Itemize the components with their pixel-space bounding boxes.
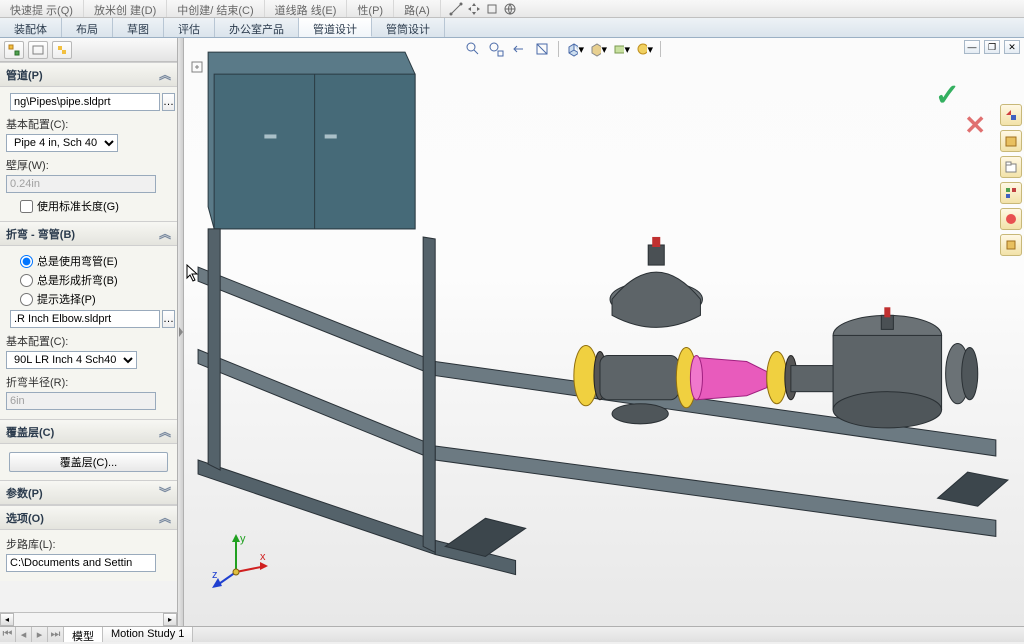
tab-sketch[interactable]: 草图 bbox=[113, 18, 164, 37]
elbow-config-select[interactable]: 90L LR Inch 4 Sch40 bbox=[6, 351, 137, 369]
radio-label: 总是形成折弯(B) bbox=[37, 272, 118, 288]
section-header-params[interactable]: 参数(P) ︾ bbox=[0, 481, 177, 505]
svg-text:x: x bbox=[260, 551, 266, 563]
pipe-config-select[interactable]: Pipe 4 in, Sch 40 bbox=[6, 134, 118, 152]
chevron-down-icon: ︾ bbox=[159, 484, 171, 501]
bend-opt-always-bend[interactable] bbox=[20, 274, 33, 287]
menu-tool-icons bbox=[449, 0, 517, 17]
scroll-left-button[interactable]: ◂ bbox=[0, 613, 14, 626]
menu-item[interactable]: 道线路 线(E) bbox=[265, 0, 348, 17]
use-std-length-checkbox[interactable] bbox=[20, 200, 33, 213]
config-mgr-icon[interactable] bbox=[52, 41, 72, 59]
section-title: 选项(O) bbox=[6, 510, 44, 526]
routing-lib-label: 步路库(L): bbox=[6, 536, 171, 552]
tab-nav-buttons: ⏮ ◂ ▸ ⏭ bbox=[0, 627, 64, 642]
use-std-length-label: 使用标准长度(G) bbox=[37, 198, 119, 214]
section-title: 参数(P) bbox=[6, 485, 43, 501]
command-tab-strip: 装配体 布局 草图 评估 办公室产品 管道设计 管筒设计 bbox=[0, 18, 1024, 38]
tab-piping[interactable]: 管道设计 bbox=[299, 18, 372, 37]
section-cover: 覆盖层(C) ︽ 覆盖层(C)... bbox=[0, 419, 177, 480]
config-label: 基本配置(C): bbox=[6, 333, 171, 349]
menu-item[interactable]: 放米创 建(D) bbox=[84, 0, 167, 17]
section-header-options[interactable]: 选项(O) ︽ bbox=[0, 506, 177, 530]
pipe-file-input[interactable] bbox=[10, 93, 160, 111]
property-panel: 管道(P) ︽ … 基本配置(C): Pipe 4 in, Sch 40 壁厚(… bbox=[0, 38, 178, 626]
section-title: 管道(P) bbox=[6, 67, 43, 83]
globe-icon[interactable] bbox=[503, 2, 517, 16]
bottom-tab-motion[interactable]: Motion Study 1 bbox=[103, 627, 193, 642]
radio-label: 总是使用弯管(E) bbox=[37, 253, 118, 269]
elbow-file-input[interactable] bbox=[10, 310, 160, 328]
view-triad[interactable]: y x z bbox=[210, 532, 270, 592]
pipe-thickness-input bbox=[6, 175, 156, 193]
section-pipe: 管道(P) ︽ … 基本配置(C): Pipe 4 in, Sch 40 壁厚(… bbox=[0, 62, 177, 221]
radio-label: 提示选择(P) bbox=[37, 291, 96, 307]
bend-radius-input bbox=[6, 392, 156, 410]
move-arrows-icon[interactable] bbox=[467, 2, 481, 16]
svg-text:y: y bbox=[240, 533, 246, 545]
chevron-up-icon: ︽ bbox=[159, 66, 171, 83]
clip-icon[interactable] bbox=[485, 2, 499, 16]
model-scene bbox=[184, 38, 1024, 626]
bottom-tab-bar: ⏮ ◂ ▸ ⏭ 模型 Motion Study 1 bbox=[0, 626, 1024, 642]
routing-lib-input[interactable] bbox=[6, 554, 156, 572]
tab-assembly[interactable]: 装配体 bbox=[0, 18, 62, 37]
bend-opt-prompt[interactable] bbox=[20, 293, 33, 306]
chevron-up-icon: ︽ bbox=[159, 423, 171, 440]
tab-first-button[interactable]: ⏮ bbox=[0, 627, 16, 642]
config-label: 基本配置(C): bbox=[6, 116, 171, 132]
chevron-up-icon: ︽ bbox=[159, 509, 171, 526]
panel-view-icons bbox=[0, 38, 177, 62]
thickness-label: 壁厚(W): bbox=[6, 157, 171, 173]
route-line-icon[interactable] bbox=[449, 2, 463, 16]
bottom-tab-model[interactable]: 模型 bbox=[64, 627, 103, 642]
property-mgr-icon[interactable] bbox=[28, 41, 48, 59]
menu-item[interactable]: 快速提 示(Q) bbox=[0, 0, 84, 17]
section-title: 覆盖层(C) bbox=[6, 424, 54, 440]
section-params: 参数(P) ︾ bbox=[0, 480, 177, 505]
section-options: 选项(O) ︽ 步路库(L): bbox=[0, 505, 177, 581]
top-ribbon-menu: 快速提 示(Q) 放米创 建(D) 中创建/ 结束(C) 道线路 线(E) 性(… bbox=[0, 0, 1024, 18]
tab-office[interactable]: 办公室产品 bbox=[215, 18, 299, 37]
tab-tubing[interactable]: 管筒设计 bbox=[372, 18, 445, 37]
radius-label: 折弯半径(R): bbox=[6, 374, 171, 390]
menu-item[interactable]: 性(P) bbox=[347, 0, 394, 17]
section-bend: 折弯 - 弯管(B) ︽ 总是使用弯管(E) 总是形成折弯(B) 提示选择(P)… bbox=[0, 221, 177, 419]
browse-button[interactable]: … bbox=[162, 93, 175, 111]
chevron-up-icon: ︽ bbox=[159, 225, 171, 242]
menu-item[interactable]: 中创建/ 结束(C) bbox=[167, 0, 264, 17]
piping-assembly bbox=[574, 237, 978, 428]
scroll-right-button[interactable]: ▸ bbox=[163, 613, 177, 626]
tab-prev-button[interactable]: ◂ bbox=[16, 627, 32, 642]
browse-button[interactable]: … bbox=[162, 310, 175, 328]
tab-layout[interactable]: 布局 bbox=[62, 18, 113, 37]
bend-opt-always-elbow[interactable] bbox=[20, 255, 33, 268]
section-header-bend[interactable]: 折弯 - 弯管(B) ︽ bbox=[0, 222, 177, 246]
graphics-viewport[interactable]: Piping-Tubing (Defaul... ▾ ▾ ▾ ▾ — ❐ ✕ ✓… bbox=[184, 38, 1024, 626]
cabinet-model bbox=[208, 52, 415, 229]
tab-last-button[interactable]: ⏭ bbox=[48, 627, 64, 642]
section-header-cover[interactable]: 覆盖层(C) ︽ bbox=[0, 420, 177, 444]
svg-text:z: z bbox=[212, 569, 218, 581]
feature-tree-icon[interactable] bbox=[4, 41, 24, 59]
tab-next-button[interactable]: ▸ bbox=[32, 627, 48, 642]
cover-layer-button[interactable]: 覆盖层(C)... bbox=[9, 452, 167, 472]
menu-item[interactable]: 路(A) bbox=[394, 0, 441, 17]
tab-evaluate[interactable]: 评估 bbox=[164, 18, 215, 37]
section-header-pipe[interactable]: 管道(P) ︽ bbox=[0, 63, 177, 87]
panel-h-scrollbar[interactable]: ◂ ▸ bbox=[0, 612, 178, 626]
section-title: 折弯 - 弯管(B) bbox=[6, 226, 75, 242]
